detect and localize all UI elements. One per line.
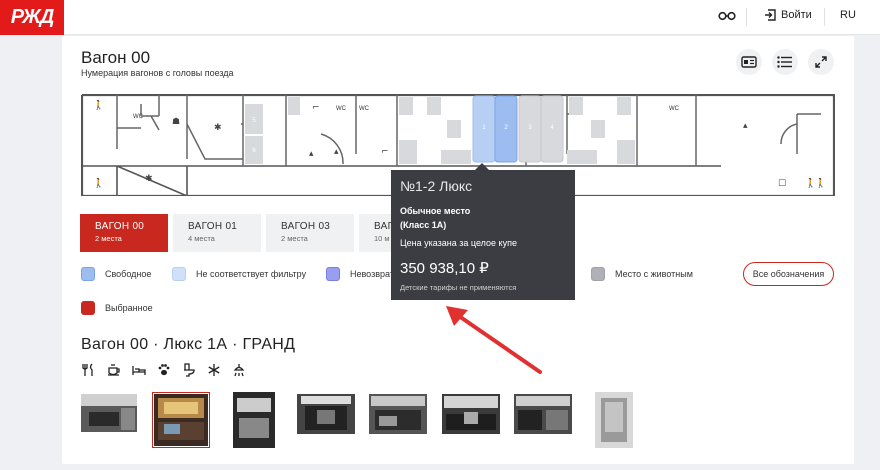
wagon-photo[interactable]: [297, 394, 355, 434]
coffee-icon: [106, 362, 122, 378]
legend-label: Свободное: [105, 269, 152, 279]
tooltip-price-note: Цена указана за целое купе: [400, 238, 517, 248]
rzd-logo[interactable]: РЖД: [0, 0, 64, 35]
tooltip-seat-type: Обычное место (Класс 1А): [400, 204, 566, 232]
svg-text:▴: ▴: [743, 121, 748, 131]
svg-text:✱: ✱: [145, 174, 153, 184]
tab-seats: 4 места: [188, 234, 215, 243]
glasses-icon: [718, 11, 736, 21]
wagon-subtitle: Нумерация вагонов с головы поезда: [81, 68, 234, 78]
wc-label: WC: [359, 106, 370, 112]
tooltip-seat-type-label: Обычное место: [400, 206, 471, 216]
legend-label: Выбранное: [105, 303, 153, 313]
list-view-button[interactable]: [772, 49, 798, 75]
tooltip-price: 350 938,10 ₽: [400, 260, 489, 277]
tooltip-kids-note: Детские тарифы не применяются: [400, 283, 517, 292]
wc-label: WC: [133, 114, 144, 120]
tooltip-class: (Класс 1А): [400, 220, 447, 230]
login-label: Войти: [781, 9, 812, 21]
svg-text:🚶: 🚶: [815, 177, 826, 189]
tab-label: ВАГОН 03: [281, 221, 331, 232]
amenities-row: [81, 362, 247, 378]
tab-label: ВАГОН 01: [188, 221, 238, 232]
legend-swatch: [326, 267, 340, 281]
tab-wagon-03[interactable]: ВАГОН 03 2 места: [266, 214, 354, 252]
legend-pet: Место с животным: [591, 267, 693, 281]
wc-label: WC: [669, 106, 680, 112]
wagon-photo-selected[interactable]: [152, 392, 210, 448]
legend-selected: Выбранное: [81, 301, 153, 315]
wc-label: WC: [336, 106, 347, 112]
wagon-photo[interactable]: [81, 394, 137, 432]
toilet-icon: [181, 362, 197, 378]
pet-icon: [156, 362, 172, 378]
svg-text:☗: ☗: [172, 117, 180, 127]
tab-seats: 2 места: [95, 234, 122, 243]
tab-label: ВАГОН 00: [95, 221, 145, 232]
expand-icon: [815, 56, 827, 68]
snowflake-icon: [206, 362, 222, 378]
legend-swatch: [591, 267, 605, 281]
wagon-photo[interactable]: [369, 394, 427, 434]
seats-1-2[interactable]: 1 2: [472, 95, 518, 163]
tooltip-title: №1-2 Люкс: [400, 178, 473, 194]
photo-view-button[interactable]: [736, 49, 762, 75]
wagon-title: Вагон 00: [81, 48, 151, 67]
tab-wagon-00[interactable]: ВАГОН 00 2 места: [80, 214, 168, 252]
legend-label: Место с животным: [615, 269, 693, 279]
legend-nonrefundable: Невозвратн: [326, 267, 399, 281]
legend-no-filter: Не соответствует фильтру: [172, 267, 306, 281]
seat-blocks: [245, 97, 635, 164]
bed-icon: [131, 362, 147, 378]
wagon-photo[interactable]: [233, 392, 275, 448]
login-icon: [765, 9, 776, 21]
wagon-photo[interactable]: [442, 394, 500, 434]
seats-3-4[interactable]: 3 4: [518, 95, 564, 163]
legend-swatch: [172, 267, 186, 281]
legend-swatch: [81, 301, 95, 315]
divider: [746, 8, 747, 26]
login-button[interactable]: Войти: [764, 9, 812, 21]
wagon-photo[interactable]: [595, 392, 633, 448]
language-selector[interactable]: RU: [840, 9, 856, 21]
list-icon: [777, 56, 792, 68]
top-bar: РЖД Войти RU: [0, 0, 880, 35]
legend-free: Свободное: [81, 267, 151, 281]
tab-seats: 2 места: [281, 234, 308, 243]
svg-text:▴: ▴: [309, 149, 314, 159]
svg-text:▴: ▴: [334, 147, 339, 157]
gallery-icon: [741, 56, 757, 68]
restaurant-icon: [81, 362, 97, 378]
section-title: Вагон 00 · Люкс 1А · ГРАНД: [81, 336, 296, 353]
annotation-arrow: [446, 306, 542, 374]
svg-text:⌐: ⌐: [381, 147, 389, 157]
divider: [824, 8, 825, 26]
all-legend-button[interactable]: Все обозначения: [743, 262, 834, 286]
svg-text:🚶: 🚶: [93, 99, 104, 111]
tab-wagon-01[interactable]: ВАГОН 01 4 места: [173, 214, 261, 252]
svg-text:🚶: 🚶: [93, 177, 104, 189]
accessibility-button[interactable]: [718, 10, 736, 22]
svg-text:✱: ✱: [214, 123, 222, 133]
legend-swatch: [81, 267, 95, 281]
shower-icon: [231, 362, 247, 378]
wagon-photo[interactable]: [514, 394, 572, 434]
svg-text:☐: ☐: [778, 179, 786, 189]
legend-label: Не соответствует фильтру: [196, 269, 307, 279]
fullscreen-button[interactable]: [808, 49, 834, 75]
seat-tooltip: №1-2 Люкс Обычное место (Класс 1А) Цена …: [391, 163, 575, 300]
svg-text:⌐: ⌐: [312, 103, 320, 113]
logo-text: РЖД: [10, 6, 55, 28]
